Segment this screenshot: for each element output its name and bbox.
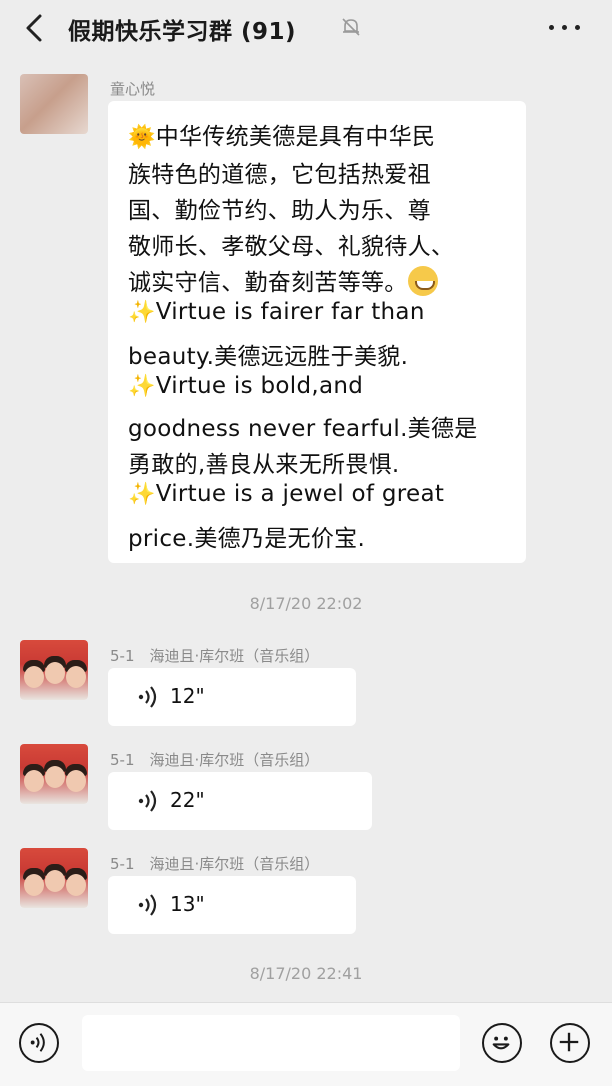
grin-emoji-icon <box>407 266 438 296</box>
avatar[interactable] <box>20 744 88 804</box>
sender-name: 5-1 海迪且·库尔班（音乐组） <box>110 647 320 665</box>
message-line: 诚实守信、勤奋刻苦等等。 <box>128 263 438 297</box>
chat-header: 假期快乐学习群 (91) <box>0 0 612 56</box>
voice-message[interactable]: 22" <box>108 772 372 830</box>
message-line: 国、勤俭节约、助人为乐、尊 <box>128 198 431 224</box>
message-input[interactable] <box>82 1015 460 1071</box>
sender-name: 5-1 海迪且·库尔班（音乐组） <box>110 751 320 769</box>
message-line: ✨Virtue is a jewel of great <box>128 481 445 507</box>
more-dots-icon[interactable] <box>545 12 585 42</box>
sun-emoji-icon: 🌞 <box>128 125 156 150</box>
plus-icon[interactable] <box>550 1023 590 1063</box>
voice-message[interactable]: 12" <box>108 668 356 726</box>
message-line: ✨Virtue is bold,and <box>128 373 364 399</box>
voice-wave-icon <box>138 686 157 708</box>
voice-duration: 22" <box>170 788 205 812</box>
message-line: 勇敢的,善良从来无所畏惧. <box>128 452 400 478</box>
sparkles-emoji-icon: ✨ <box>128 300 156 325</box>
message-line: ✨Virtue is fairer far than <box>128 299 425 325</box>
voice-message[interactable]: 13" <box>108 876 356 934</box>
voice-wave-icon <box>138 894 157 916</box>
input-bar <box>0 1002 612 1086</box>
smiley-icon[interactable] <box>482 1023 522 1063</box>
timestamp: 8/17/20 22:02 <box>249 594 363 613</box>
voice-icon[interactable] <box>19 1023 59 1063</box>
voice-duration: 13" <box>170 892 205 916</box>
sender-name: 5-1 海迪且·库尔班（音乐组） <box>110 855 320 873</box>
text-message-bubble[interactable]: 🌞中华传统美德是具有中华民 族特色的道德，它包括热爱祖 国、勤俭节约、助人为乐、… <box>108 101 526 563</box>
sender-name: 童心悦 <box>110 80 156 98</box>
back-icon[interactable] <box>18 10 52 46</box>
message-line: 敬师长、孝敬父母、礼貌待人、 <box>128 234 455 260</box>
sparkles-emoji-icon: ✨ <box>128 374 156 399</box>
avatar[interactable] <box>20 74 88 134</box>
avatar[interactable] <box>20 848 88 908</box>
avatar[interactable] <box>20 640 88 700</box>
voice-wave-icon <box>138 790 157 812</box>
chat-title: 假期快乐学习群 (91) <box>68 19 297 45</box>
message-line: goodness never fearful.美德是 <box>128 416 478 442</box>
message-line: 🌞中华传统美德是具有中华民 <box>128 124 436 150</box>
timestamp: 8/17/20 22:41 <box>249 964 363 983</box>
sparkles-emoji-icon: ✨ <box>128 482 156 507</box>
message-line: price.美德乃是无价宝. <box>128 526 366 552</box>
message-line: 族特色的道德，它包括热爱祖 <box>128 162 431 188</box>
voice-duration: 12" <box>170 684 205 708</box>
bell-off-icon <box>342 18 360 36</box>
message-line: beauty.美德远远胜于美貌. <box>128 344 409 370</box>
